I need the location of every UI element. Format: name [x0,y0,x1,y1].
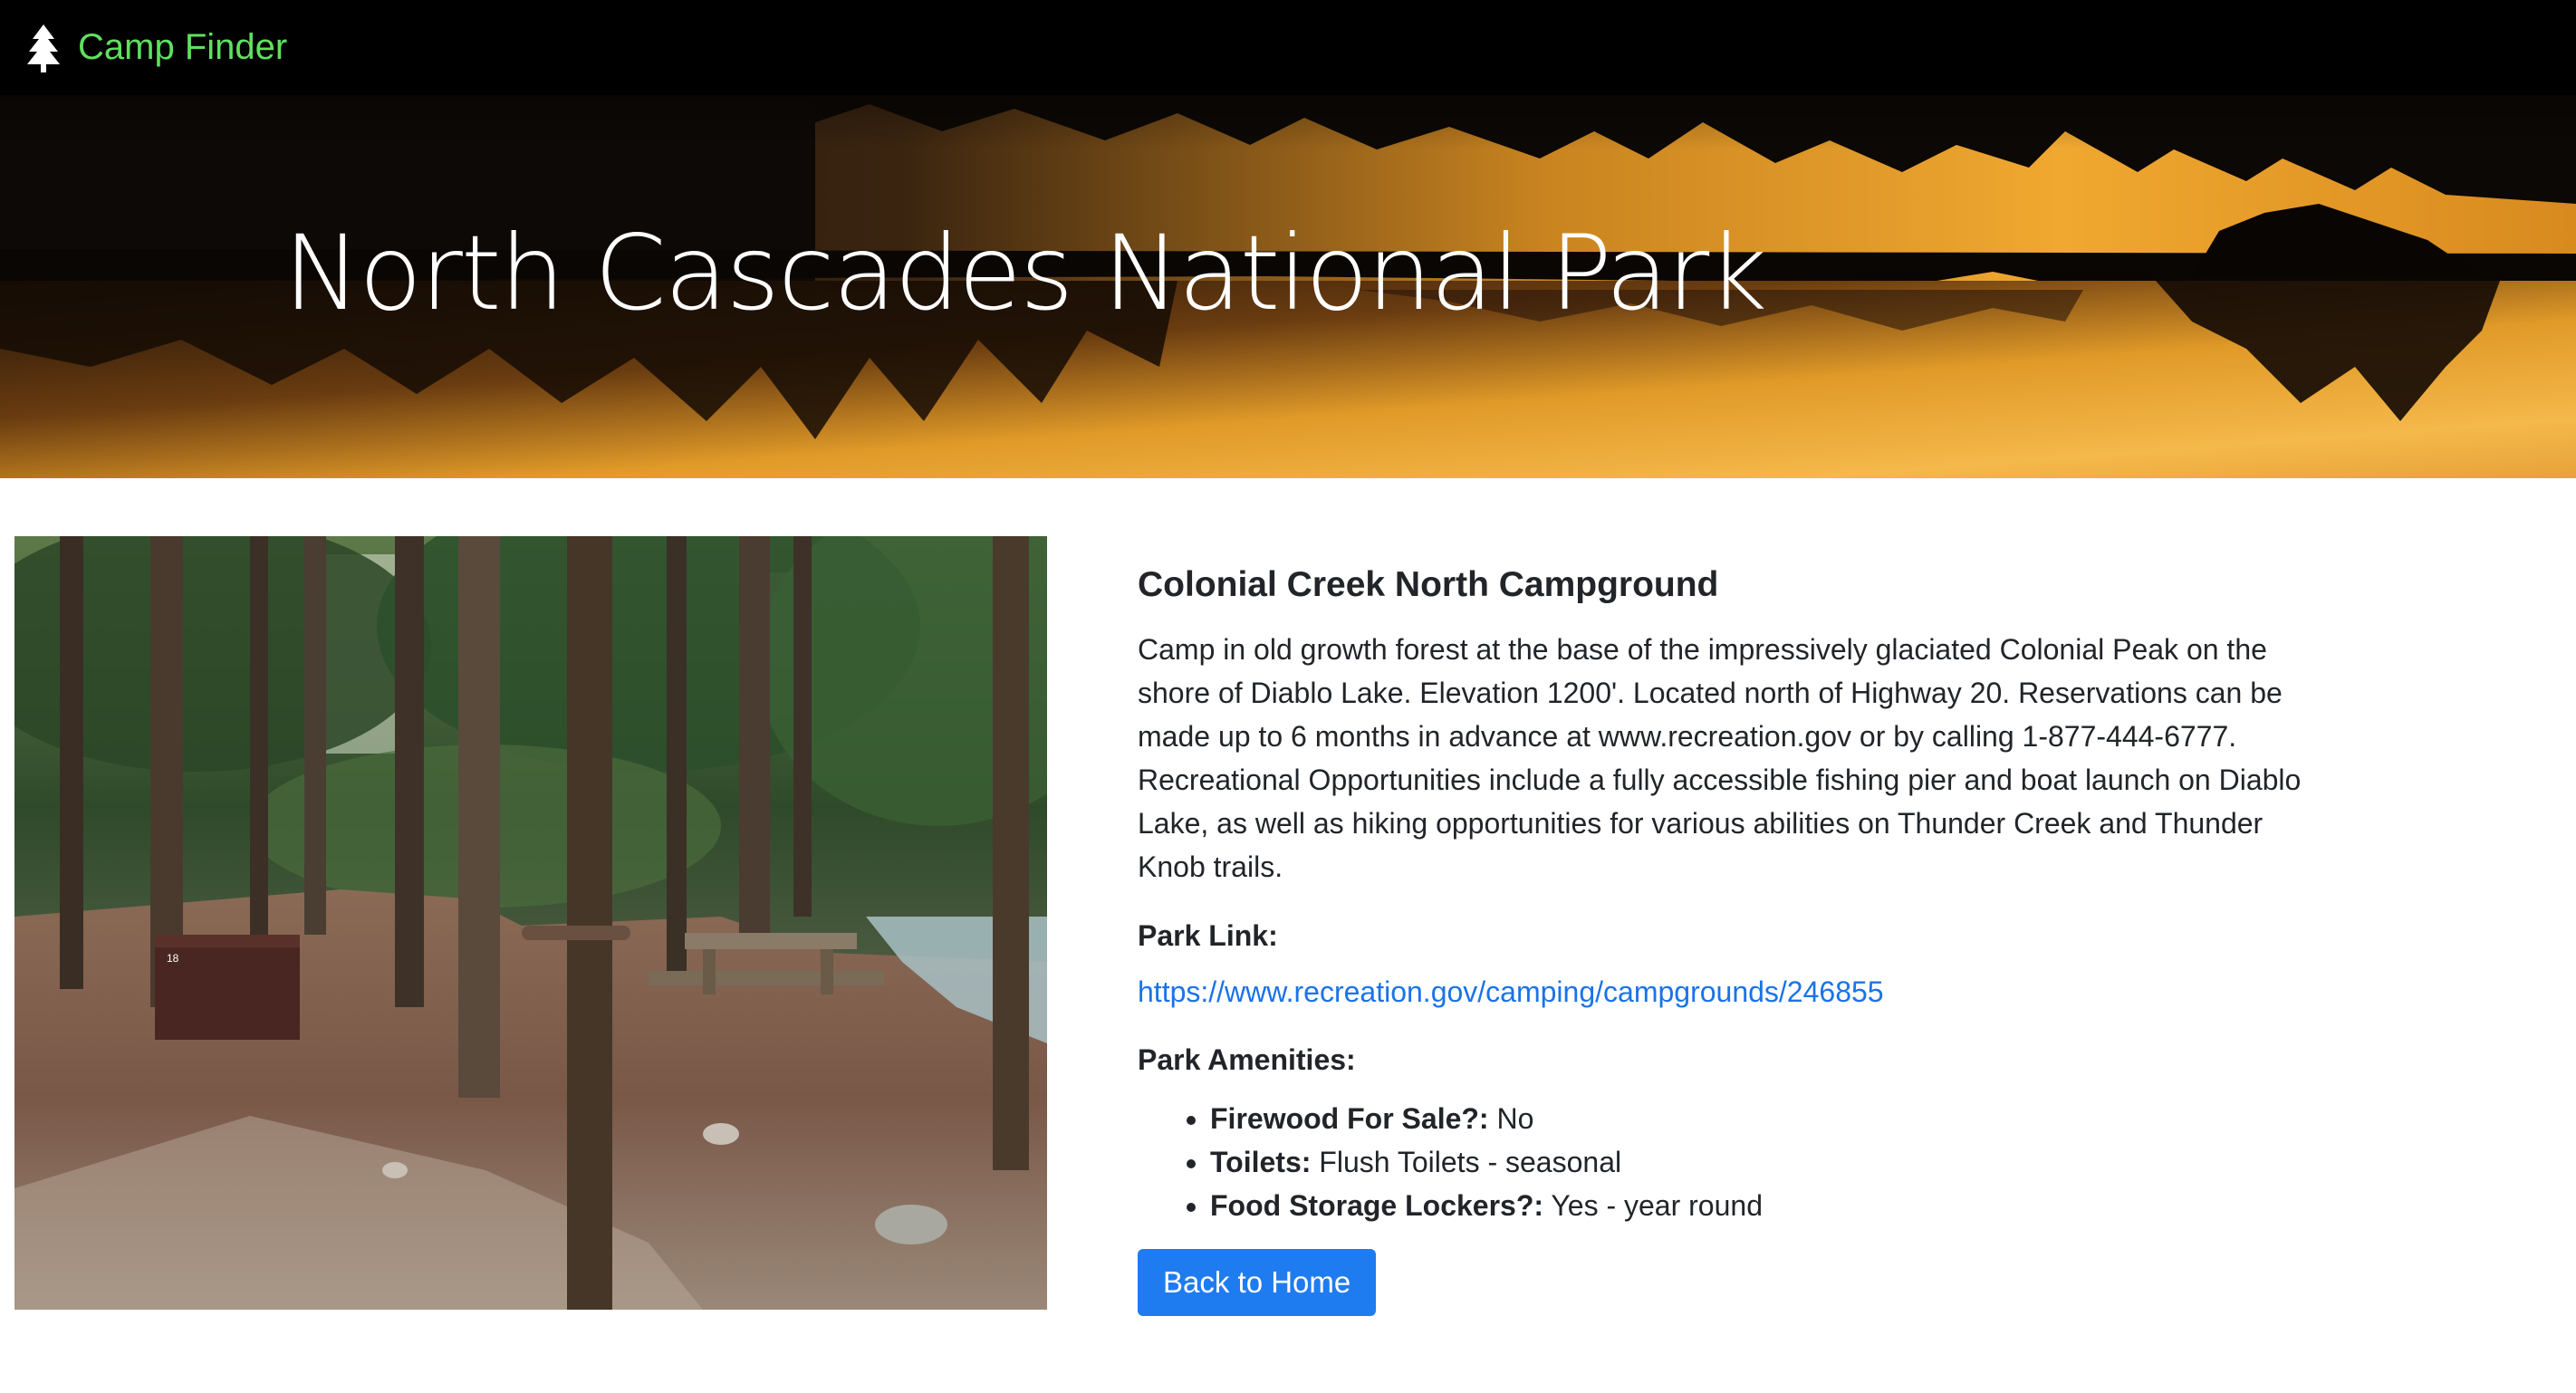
campground-details: Colonial Creek North Campground Camp in … [1138,562,2333,1317]
hero-banner: North Cascades National Park [0,95,2576,478]
amenity-food-storage: Food Storage Lockers?: Yes - year round [1210,1184,2333,1227]
page-title: North Cascades National Park [284,213,1767,333]
park-amenities-label: Park Amenities: [1138,1043,1356,1077]
campsite-photo: 18 [14,536,1047,1310]
brand-link[interactable]: Camp Finder [25,23,287,73]
amenity-name: Toilets: [1210,1146,1312,1179]
brand-name: Camp Finder [78,27,288,67]
amenity-value: Flush Toilets - seasonal [1319,1146,1622,1179]
campground-name: Colonial Creek North Campground [1138,565,1719,604]
amenity-firewood: Firewood For Sale?: No [1210,1097,2333,1140]
site-number-label: 18 [167,952,179,965]
navbar: Camp Finder [0,0,2576,95]
amenity-value: Yes - year round [1551,1189,1763,1223]
amenity-toilets: Toilets: Flush Toilets - seasonal [1210,1140,2333,1184]
amenities-list: Firewood For Sale?: No Toilets: Flush To… [1138,1097,2333,1227]
park-link[interactable]: https://www.recreation.gov/camping/campg… [1138,972,1884,1013]
back-to-home-button[interactable]: Back to Home [1138,1249,1377,1317]
park-link-label: Park Link: [1138,918,1278,952]
amenity-name: Firewood For Sale?: [1210,1102,1489,1136]
tree-icon [27,24,60,72]
amenity-value: No [1496,1102,1534,1136]
campground-description: Camp in old growth forest at the base of… [1138,632,2302,883]
amenity-name: Food Storage Lockers?: [1210,1189,1544,1223]
campsite-forest-image: 18 [14,536,1047,1310]
